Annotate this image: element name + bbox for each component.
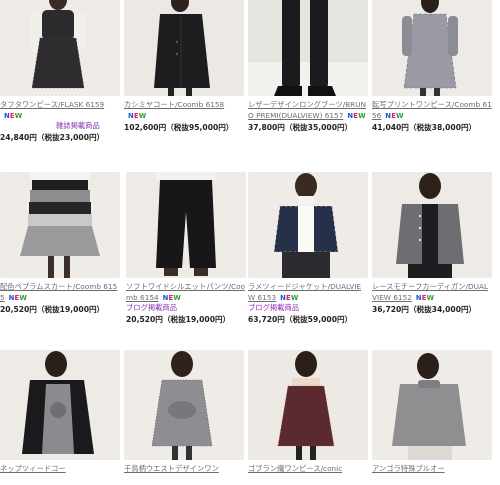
product-card-6157[interactable]: レザーデザインロングブーツ/BRUNO PREMI(DUALVIEW) 6157… bbox=[248, 0, 368, 133]
new-badge: NEW bbox=[385, 111, 404, 120]
new-badge: NEW bbox=[280, 293, 299, 302]
product-image[interactable] bbox=[0, 350, 120, 460]
new-badge: NEW bbox=[8, 293, 28, 302]
product-price: 20,520円（税抜19,000円） bbox=[0, 305, 105, 314]
product-name-link[interactable]: ソフトワイドシルエットパンツ/Coomb 6154 NEW bbox=[126, 282, 246, 303]
new-badge: NEW bbox=[347, 111, 366, 120]
product-image[interactable] bbox=[372, 0, 492, 96]
product-card-6155[interactable]: 配色ペプラムスカート/Coomb 6155 NEW 20,520円（税抜19,00… bbox=[0, 172, 120, 315]
product-image[interactable] bbox=[372, 350, 492, 460]
product-image[interactable] bbox=[0, 0, 120, 96]
blog-tag: ブログ掲載商品 bbox=[126, 303, 178, 312]
product-card-6153[interactable]: ラメツィードジャケット/DUALVIEW 6153 NEW ブログ掲載商品 63,… bbox=[248, 172, 368, 325]
product-card-nep-tweed-coat[interactable]: ネップツィードコー bbox=[0, 350, 120, 475]
new-badge: NEW bbox=[128, 111, 147, 120]
product-name-link[interactable]: 千鳥柄ウエストデザインワン bbox=[124, 464, 244, 475]
product-image[interactable] bbox=[124, 0, 244, 96]
product-grid: タフタワンピース/FLASK 6159NEW 雑誌掲載商品 24,840円（税抜… bbox=[0, 0, 500, 485]
product-card-6159[interactable]: タフタワンピース/FLASK 6159NEW 雑誌掲載商品 24,840円（税抜… bbox=[0, 0, 120, 143]
product-name-link[interactable]: ゴブラン織ワンピース/conic bbox=[248, 464, 368, 475]
product-price: 102,600円（税抜95,000円） bbox=[124, 123, 234, 132]
product-card-6158[interactable]: カシミヤコート/Coomb 6158NEW 102,600円（税抜95,000円… bbox=[124, 0, 244, 133]
product-name-link[interactable]: 配色ペプラムスカート/Coomb 6155 NEW bbox=[0, 282, 120, 303]
product-image[interactable] bbox=[248, 350, 368, 460]
product-price: 41,040円（税抜38,000円） bbox=[372, 123, 477, 132]
product-card-houndstooth-dress[interactable]: 千鳥柄ウエストデザインワン bbox=[124, 350, 244, 475]
product-image[interactable] bbox=[124, 350, 244, 460]
product-image[interactable] bbox=[126, 172, 246, 278]
product-image[interactable] bbox=[0, 172, 120, 278]
product-name-link[interactable]: アンゴラ特殊プルオー bbox=[372, 464, 492, 475]
product-image[interactable] bbox=[372, 172, 492, 278]
product-card-gobelin-dress[interactable]: ゴブラン織ワンピース/conic bbox=[248, 350, 368, 475]
product-name-link[interactable]: レースモチーフカーディガン/DUALVIEW 6152 NEW bbox=[372, 282, 492, 303]
product-name-link[interactable]: カシミヤコート/Coomb 6158NEW bbox=[124, 100, 244, 121]
magazine-tag: 雑誌掲載商品 bbox=[56, 121, 100, 130]
new-badge: NEW bbox=[162, 293, 182, 302]
product-price: 63,720円（税抜59,000円） bbox=[248, 315, 353, 324]
product-card-6152[interactable]: レースモチーフカーディガン/DUALVIEW 6152 NEW 36,720円（税… bbox=[372, 172, 492, 315]
product-name-link[interactable]: ラメツィードジャケット/DUALVIEW 6153 NEW bbox=[248, 282, 368, 303]
product-card-6154[interactable]: ソフトワイドシルエットパンツ/Coomb 6154 NEW ブログ掲載商品 20,… bbox=[126, 172, 246, 325]
new-badge: NEW bbox=[415, 293, 435, 302]
product-price: 20,520円（税抜19,000円） bbox=[126, 315, 231, 324]
product-price: 37,800円（税抜35,000円） bbox=[248, 123, 353, 132]
blog-tag: ブログ掲載商品 bbox=[248, 303, 300, 312]
new-badge: NEW bbox=[4, 111, 23, 120]
product-name-link[interactable]: 転写プリントワンピース/Coomb 6156 NEW bbox=[372, 100, 492, 121]
product-image[interactable] bbox=[248, 0, 368, 96]
product-name-link[interactable]: ネップツィードコー bbox=[0, 464, 120, 475]
product-price: 24,840円（税抜23,000円） bbox=[0, 133, 105, 142]
product-price: 36,720円（税抜34,000円） bbox=[372, 305, 477, 314]
product-image[interactable] bbox=[248, 172, 368, 278]
product-card-angora-pullover[interactable]: アンゴラ特殊プルオー bbox=[372, 350, 492, 475]
product-name-link[interactable]: レザーデザインロングブーツ/BRUNO PREMI(DUALVIEW) 6157… bbox=[248, 100, 368, 121]
product-name-link[interactable]: タフタワンピース/FLASK 6159NEW bbox=[0, 100, 120, 121]
product-card-6156[interactable]: 転写プリントワンピース/Coomb 6156 NEW 41,040円（税抜38,0… bbox=[372, 0, 492, 133]
